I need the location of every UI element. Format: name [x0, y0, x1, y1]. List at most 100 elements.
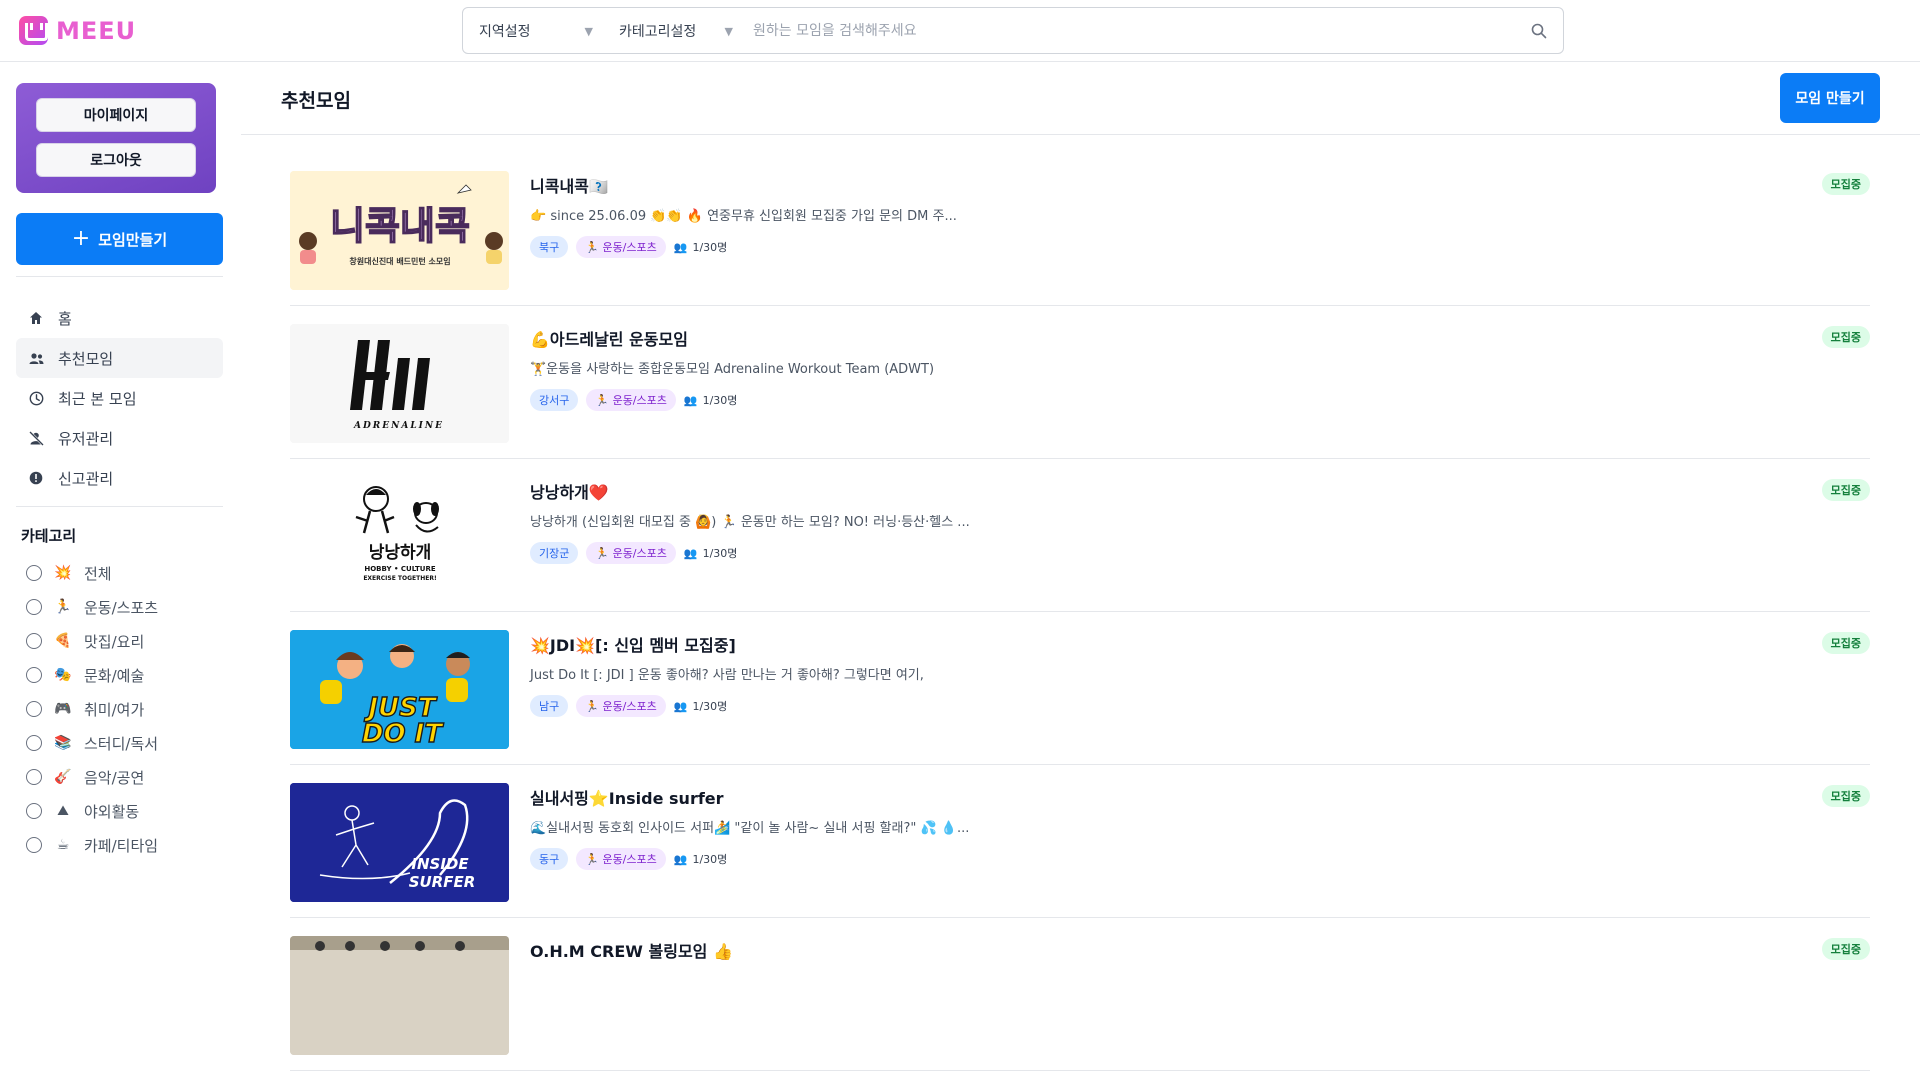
- category-item-study[interactable]: 📚 스터디/독서: [26, 726, 226, 760]
- status-badge: 모집중: [1821, 632, 1870, 654]
- thumbnail-title-2: SURFER: [409, 873, 476, 891]
- radio-button[interactable]: [26, 837, 42, 853]
- region-tag: 동구: [530, 848, 569, 870]
- meeting-card[interactable]: INSIDE SURFER 실내서핑⭐Inside surfer 🌊실내서핑 동…: [290, 765, 1870, 918]
- region-tag: 기장군: [530, 542, 579, 564]
- meeting-description: 🏋운동을 사랑하는 종합운동모임 Adrenaline Workout Team…: [530, 362, 935, 377]
- thumbnail-title: 낭낭하개: [369, 543, 432, 563]
- thumbnail-title-2: DO IT: [362, 719, 444, 749]
- category-tag: 🏃 운동/스포츠: [576, 695, 666, 717]
- divider: [16, 276, 223, 277]
- people-icon: 👥: [673, 699, 688, 713]
- meeting-tags: 기장군 🏃 운동/스포츠 👥 1/30명: [530, 542, 737, 564]
- group-icon: [28, 350, 44, 366]
- sidebar-item-recent[interactable]: 최근 본 모임: [16, 378, 223, 418]
- category-item-music[interactable]: 🎸 음악/공연: [26, 760, 226, 794]
- meeting-title: 💥JDI💥[: 신입 멤버 모집중]: [530, 636, 736, 655]
- status-badge: 모집중: [1821, 479, 1870, 501]
- search-button[interactable]: [1515, 8, 1563, 53]
- main-header: 추천모임 모임 만들기: [241, 62, 1920, 135]
- theater-masks-icon: 🎭: [54, 667, 72, 683]
- member-count-label: 1/30명: [692, 700, 728, 713]
- divider: [16, 506, 223, 507]
- radio-button[interactable]: [26, 667, 42, 683]
- sidebar-item-report-management[interactable]: 신고관리: [16, 458, 223, 498]
- member-count-label: 1/30명: [692, 241, 728, 254]
- explosion-icon: 💥: [54, 565, 72, 581]
- category-item-hobby[interactable]: 🎮 취미/여가: [26, 692, 226, 726]
- clock-icon: [28, 390, 44, 406]
- meeting-card[interactable]: O.H.M CREW 볼링모임 👍 모집중: [290, 918, 1870, 1071]
- category-item-cafe[interactable]: ☕ 카페/티타임: [26, 828, 226, 862]
- sidebar-item-user-management[interactable]: 유저관리: [16, 418, 223, 458]
- meeting-tags: 강서구 🏃 운동/스포츠 👥 1/30명: [530, 389, 737, 411]
- radio-button[interactable]: [26, 803, 42, 819]
- meeting-card[interactable]: JUST DO IT 💥JDI💥[: 신입 멤버 모집중] Just Do It…: [290, 612, 1870, 765]
- brand-name: MEEU: [56, 16, 137, 45]
- thumbnail-subtitle-2: EXERCISE TOGETHER!: [363, 575, 436, 582]
- people-icon: 👥: [673, 240, 688, 254]
- logo-icon: [19, 16, 48, 45]
- meeting-card[interactable]: 낭낭하개 HOBBY • CULTURE EXERCISE TOGETHER! …: [290, 459, 1870, 612]
- category-item-outdoor[interactable]: ⛰ 야외활동: [26, 794, 226, 828]
- people-icon: 👥: [673, 852, 688, 866]
- sidebar-item-label: 최근 본 모임: [58, 389, 137, 408]
- meeting-thumbnail: JUST DO IT: [290, 630, 509, 749]
- category-item-culture[interactable]: 🎭 문화/예술: [26, 658, 226, 692]
- make-meeting-button[interactable]: 모임 만들기: [1780, 73, 1880, 123]
- create-meeting-button[interactable]: + 모임만들기: [16, 213, 223, 265]
- sidebar-item-recommended[interactable]: 추천모임: [16, 338, 223, 378]
- sidebar: 마이페이지 로그아웃 + 모임만들기 홈 추천모임 최근 본 모임 유저관리 신…: [0, 62, 240, 949]
- meeting-thumbnail: [290, 936, 509, 1055]
- category-item-all[interactable]: 💥 전체: [26, 556, 226, 590]
- sidebar-item-home[interactable]: 홈: [16, 298, 223, 338]
- category-label: 음악/공연: [84, 768, 145, 787]
- radio-button[interactable]: [26, 633, 42, 649]
- region-tag: 남구: [530, 695, 569, 717]
- meeting-card[interactable]: 니콕내콕 창원대신진대 배드민턴 소모임 니콕내콕🇽🇽 👉 since 25.0…: [290, 153, 1870, 306]
- meeting-title: 💪아드레날린 운동모임: [530, 330, 688, 349]
- create-meeting-label: 모임만들기: [98, 230, 168, 249]
- sidebar-nav: 홈 추천모임 최근 본 모임 유저관리 신고관리: [16, 298, 223, 498]
- category-label: 스터디/독서: [84, 734, 159, 753]
- category-tag: 🏃 운동/스포츠: [586, 542, 676, 564]
- category-label: 운동/스포츠: [84, 598, 159, 617]
- category-select[interactable]: 카테고리설정 ▼: [603, 8, 743, 53]
- radio-button[interactable]: [26, 701, 42, 717]
- radio-button[interactable]: [26, 565, 42, 581]
- member-count: 👥 1/30명: [684, 392, 738, 408]
- status-badge: 모집중: [1821, 173, 1870, 195]
- plus-icon: +: [71, 226, 91, 251]
- sidebar-item-label: 유저관리: [58, 429, 114, 448]
- category-title: 카테고리: [21, 527, 77, 545]
- region-select[interactable]: 지역설정 ▼: [463, 8, 603, 53]
- meeting-title: 니콕내콕🇽🇽: [530, 177, 609, 196]
- radio-button[interactable]: [26, 599, 42, 615]
- radio-button[interactable]: [26, 769, 42, 785]
- meeting-card[interactable]: ADRENALINE 💪아드레날린 운동모임 🏋운동을 사랑하는 종합운동모임 …: [290, 306, 1870, 459]
- meeting-description: 👉 since 25.06.09 👏👏 🔥 연중무휴 신입회원 모집중 가입 문…: [530, 209, 957, 224]
- category-label: 맛집/요리: [84, 632, 145, 651]
- thumbnail-title: ADRENALINE: [353, 421, 444, 431]
- thumbnail-subtitle: HOBBY • CULTURE: [364, 565, 435, 573]
- meeting-title: O.H.M CREW 볼링모임 👍: [530, 942, 733, 961]
- status-badge: 모집중: [1821, 938, 1870, 960]
- category-label: 전체: [84, 564, 112, 583]
- meeting-description: 낭낭하개 (신입회원 대모집 중 🙆) 🏃 운동만 하는 모임? NO! 러닝·…: [530, 515, 970, 530]
- member-count-label: 1/30명: [702, 547, 738, 560]
- books-icon: 📚: [54, 735, 72, 751]
- radio-button[interactable]: [26, 735, 42, 751]
- brand-logo[interactable]: MEEU: [19, 16, 136, 45]
- logout-button[interactable]: 로그아웃: [36, 143, 196, 177]
- caret-down-icon: ▼: [724, 25, 733, 38]
- search-input[interactable]: [743, 8, 1515, 53]
- mypage-button[interactable]: 마이페이지: [36, 98, 196, 132]
- category-label: 취미/여가: [84, 700, 145, 719]
- gamepad-icon: 🎮: [54, 701, 72, 717]
- user-card: 마이페이지 로그아웃: [16, 83, 216, 193]
- category-item-food[interactable]: 🍕 맛집/요리: [26, 624, 226, 658]
- meeting-tags: 동구 🏃 운동/스포츠 👥 1/30명: [530, 848, 727, 870]
- category-item-sports[interactable]: 🏃 운동/스포츠: [26, 590, 226, 624]
- category-select-label: 카테고리설정: [619, 23, 697, 40]
- meeting-tags: 남구 🏃 운동/스포츠 👥 1/30명: [530, 695, 727, 717]
